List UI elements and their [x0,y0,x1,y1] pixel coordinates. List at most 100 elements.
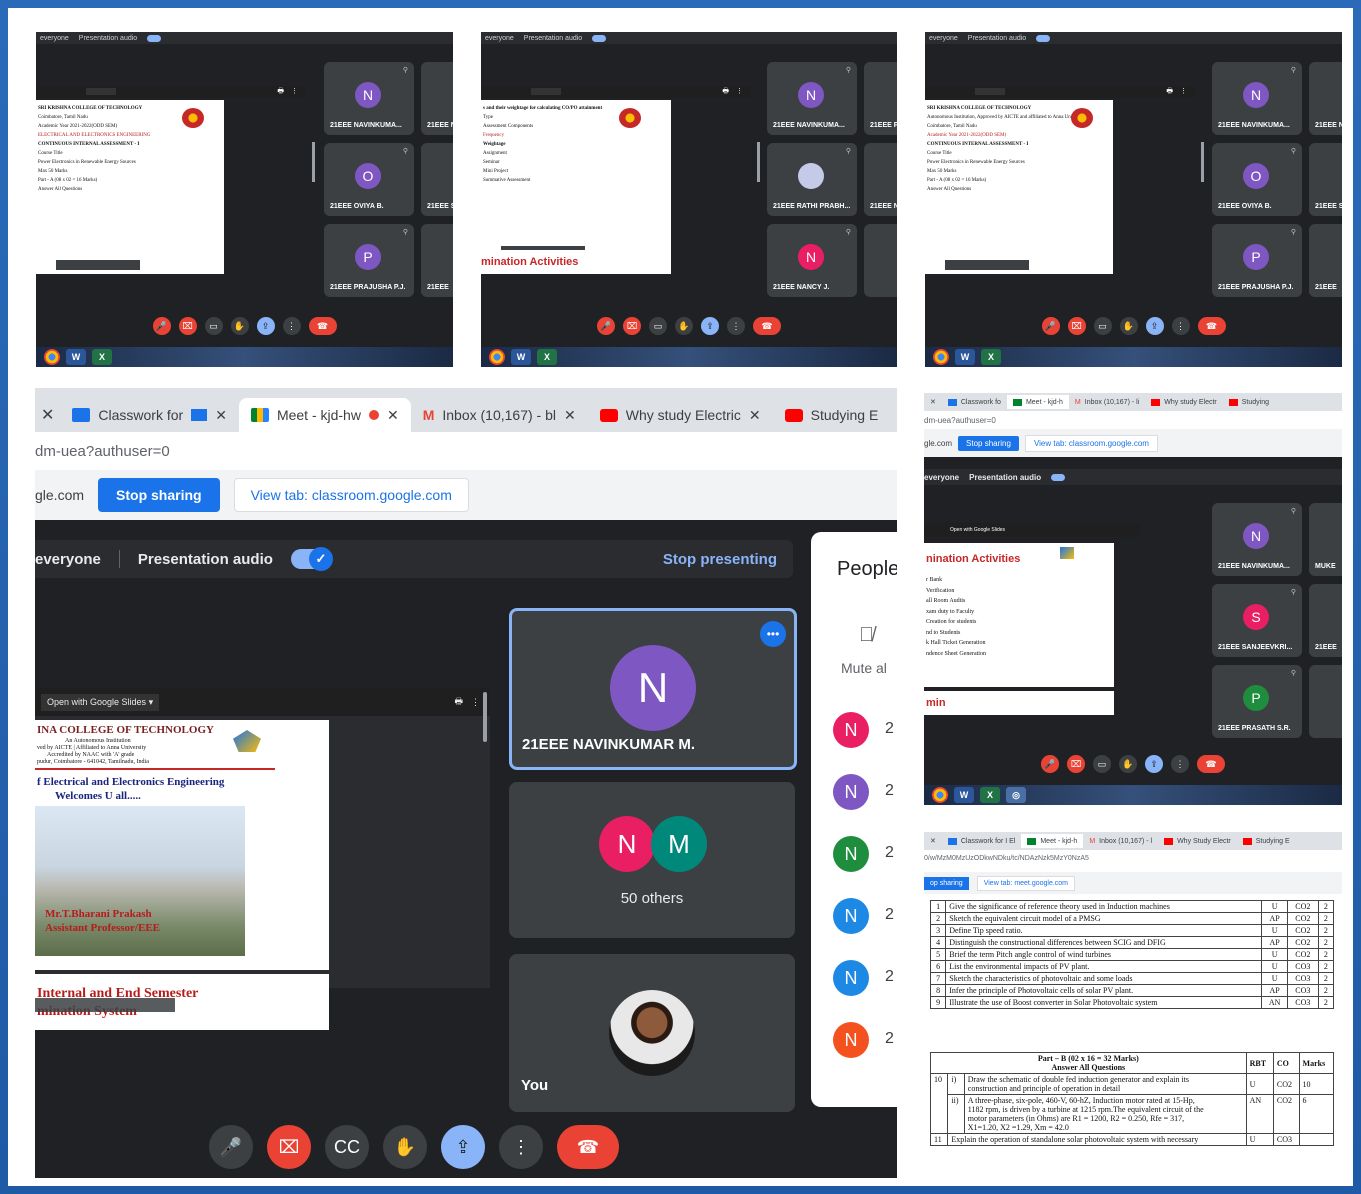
tab-youtube-1[interactable]: Why Study Electr [1158,834,1237,848]
word-icon[interactable]: W [66,349,86,365]
participant-tile[interactable]: ⚲ S 21EEE SANJEEVKRI... [1212,584,1302,657]
tab-youtube-1[interactable]: Why study Electric ✕ [588,398,773,432]
chrome-icon[interactable] [44,349,60,365]
tab-youtube-2[interactable]: Studying E [1237,834,1296,848]
presentation-audio-toggle[interactable] [1051,473,1066,481]
stop-sharing-button[interactable]: Stop sharing [98,478,220,512]
presentation-audio-toggle[interactable]: ✓ [290,547,333,571]
tab-youtube-2[interactable]: Studying E [773,398,891,432]
app-icon[interactable]: ◎ [1006,787,1026,803]
people-avatar[interactable]: N [833,774,869,810]
more-options-button[interactable]: ⋮ [1171,755,1189,773]
raise-hand-button[interactable]: ✋ [230,317,249,335]
microphone-button[interactable]: 🎤 [152,317,171,335]
excel-icon[interactable]: X [980,787,1000,803]
pin-icon[interactable]: ⚲ [1291,669,1296,677]
scrollbar[interactable] [312,142,315,182]
address-bar[interactable]: dm-uea?authuser=0 [35,432,897,470]
print-icon[interactable]: 🖶 [277,87,284,98]
leave-call-button[interactable]: ☎ [1197,317,1226,335]
pin-icon[interactable]: ⚲ [846,147,851,155]
presentation-audio-toggle[interactable] [592,34,607,42]
tab-inbox[interactable]: M Inbox (10,167) - l [1083,834,1158,848]
raise-hand-button[interactable]: ✋ [1119,317,1138,335]
excel-icon[interactable]: X [537,349,557,365]
excel-icon[interactable]: X [92,349,112,365]
participant-tile-partial[interactable]: 21EEE N [421,62,453,135]
participant-tile-partial[interactable]: 21EEE [1309,584,1342,657]
pdf-page-controls[interactable] [35,998,175,1012]
more-icon[interactable]: ⋮ [736,87,743,95]
scrollbar[interactable] [483,692,487,742]
participant-tile-partial[interactable]: 21EEE P [864,62,897,135]
camera-off-button[interactable]: ⌧ [623,317,641,335]
view-tab-button[interactable]: View tab: meet.google.com [976,875,1076,891]
pin-icon[interactable]: ⚲ [846,66,851,74]
pin-icon[interactable]: ⚲ [403,147,408,155]
mute-all-label[interactable]: Mute al [841,660,887,676]
presentation-audio-toggle[interactable] [1036,34,1051,42]
address-bar[interactable]: 0/w/MzM0MzUzODkwNDku/tc/NDAzNzk5MzY0NzA5 [924,850,1342,866]
chrome-icon[interactable] [933,349,949,365]
word-icon[interactable]: W [954,787,974,803]
camera-off-button[interactable]: ⌧ [1067,317,1086,335]
tab-close-icon[interactable]: ✕ [749,407,761,424]
tab-meet[interactable]: Meet - kjd-hw ✕ [238,398,411,432]
more-icon[interactable]: ⋮ [1180,87,1187,95]
participant-tile-partial[interactable]: 21EEE N [864,143,897,216]
raise-hand-button[interactable]: ✋ [1119,755,1137,773]
captions-button[interactable]: ▭ [1093,317,1112,335]
people-avatar[interactable]: N [833,712,869,748]
stop-sharing-button[interactable]: Stop sharing [958,435,1019,451]
tab-classwork[interactable]: Classwork fo [942,395,1007,409]
camera-off-button[interactable]: ⌧ [1067,755,1085,773]
address-bar[interactable]: dm-uea?authuser=0 [924,411,1342,429]
participant-tile[interactable]: ⚲ P 21EEE PRAJUSHA P.J. [1212,224,1302,297]
tab-meet[interactable]: Meet - kjd-h [1021,834,1084,848]
participant-tile[interactable]: ⚲ 21EEE RATHI PRABH... [767,143,857,216]
print-icon[interactable]: 🖶 [722,87,729,98]
participant-tile-partial[interactable] [1309,665,1342,738]
print-icon[interactable]: 🖶 [1166,87,1173,98]
open-with-slides-button[interactable] [86,88,116,95]
present-button[interactable]: ⇪ [256,317,275,335]
tab-close-icon[interactable]: ✕ [387,407,399,424]
mute-icon[interactable]: 🎙̸ [859,624,874,647]
participant-tile[interactable]: ⚲ N 21EEE NAVINKUMA... [1212,503,1302,576]
tab-inbox[interactable]: M Inbox (10,167) - bl ✕ [411,398,588,432]
tab-close-button[interactable]: ✕ [924,834,942,848]
presentation-audio-toggle[interactable] [147,34,162,42]
more-options-button[interactable]: ⋮ [727,317,745,335]
captions-button[interactable]: CC [325,1125,369,1169]
people-avatar[interactable]: N [833,836,869,872]
present-button[interactable]: ⇪ [1145,317,1164,335]
print-icon[interactable]: 🖶 [455,694,464,710]
participant-tile[interactable]: ⚲ N 21EEE NAVINKUMA... [324,62,414,135]
leave-call-button[interactable]: ☎ [557,1125,619,1169]
tab-close-icon[interactable]: ✕ [215,407,227,424]
people-avatar[interactable]: N [833,1022,869,1058]
participant-tile[interactable]: ⚲ P 21EEE PRASATH S.R. [1212,665,1302,738]
scrollbar[interactable] [1201,142,1204,182]
participant-tile-partial[interactable] [864,224,897,297]
open-with-slides-button[interactable] [531,88,561,95]
pdf-page-controls[interactable] [56,260,140,270]
tab-classwork[interactable]: Classwork for ✕ [60,398,239,432]
view-tab-button[interactable]: View tab: classroom.google.com [1024,434,1158,452]
participant-tile-partial[interactable]: 21EEE S [421,143,453,216]
participant-tile[interactable]: ⚲ N 21EEE NANCY J. [767,224,857,297]
tab-meet[interactable]: Meet - kjd-h [1006,395,1069,409]
chrome-icon[interactable] [489,349,505,365]
pin-icon[interactable]: ⚲ [403,228,408,236]
more-options-button[interactable]: ⋮ [282,317,301,335]
present-button[interactable]: ⇪ [701,317,719,335]
chrome-icon[interactable] [932,787,948,803]
speaker-tile[interactable]: N ••• 21EEE NAVINKUMAR M. [509,608,797,770]
participant-tile[interactable]: ⚲ P 21EEE PRAJUSHA P.J. [324,224,414,297]
microphone-button[interactable]: 🎤 [1041,755,1059,773]
view-tab-button[interactable]: View tab: classroom.google.com [233,478,469,512]
tab-close-button[interactable]: ✕ [924,395,942,409]
camera-off-button[interactable]: ⌧ [267,1125,311,1169]
participant-tile[interactable]: ⚲ N 21EEE NAVINKUMA... [767,62,857,135]
word-icon[interactable]: W [511,349,531,365]
